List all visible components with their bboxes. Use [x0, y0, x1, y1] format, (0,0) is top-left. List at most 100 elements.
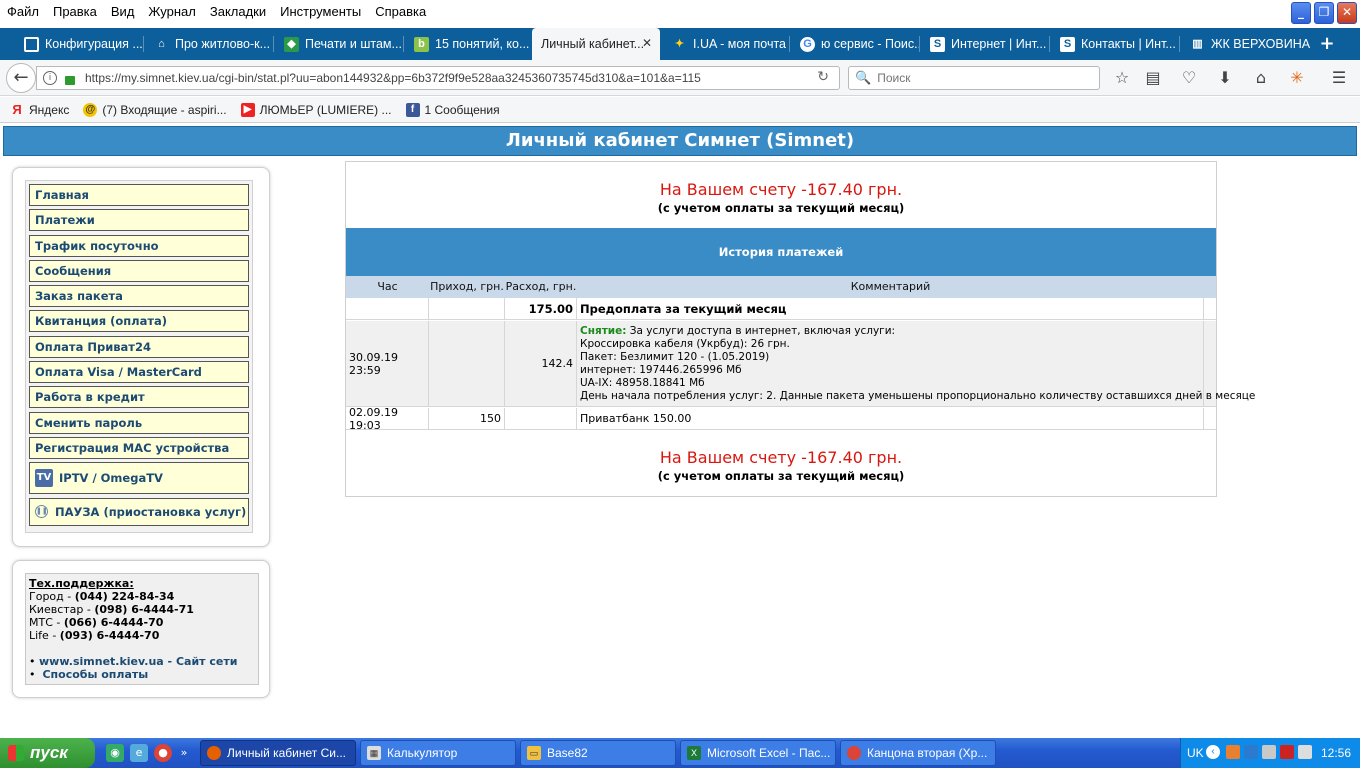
main-panel: На Вашем счету -167.40 грн. (с учетом оп… [345, 161, 1255, 497]
start-button[interactable]: пуск [0, 738, 95, 768]
url-text[interactable]: https://my.simnet.kiev.ua/cgi-bin/stat.p… [85, 71, 701, 85]
row1-expense: 175.00 [505, 298, 577, 319]
taskbar-base82[interactable]: ▭ Base82 [520, 740, 676, 766]
taskbar-firefox[interactable]: Личный кабинет Си... [200, 740, 356, 766]
tray-app-icon[interactable] [1244, 745, 1258, 759]
language-indicator[interactable]: UK [1187, 746, 1204, 760]
restore-button[interactable]: ❐ [1314, 2, 1334, 24]
tab-active[interactable]: Личный кабинет... ✕ [532, 28, 660, 60]
new-tab-button[interactable]: + [1316, 32, 1338, 56]
close-tab-icon[interactable]: ✕ [642, 36, 652, 50]
hamburger-menu-icon[interactable]: ☰ [1329, 68, 1349, 88]
menu-history[interactable]: Журнал [141, 4, 202, 19]
table-row: 02.09.19 19:03 150 Приватбанк 150.00 [346, 406, 1216, 432]
tv-icon: TV [35, 469, 53, 488]
nav-change-password[interactable]: Сменить пароль [29, 411, 249, 434]
google-icon: G [800, 36, 815, 52]
nav-mac-registration[interactable]: Регистрация MAC устройства [29, 436, 249, 459]
nav-visa-mastercard[interactable]: Оплата Visa / MasterCard [29, 361, 249, 384]
tab-3[interactable]: ◆ Печати и штам... [278, 30, 404, 58]
reload-icon[interactable]: ↻ [817, 69, 829, 85]
tab-6[interactable]: ✦ I.UA - моя почта [666, 30, 790, 58]
menu-edit[interactable]: Правка [46, 4, 104, 19]
download-icon[interactable]: ⬇ [1215, 68, 1235, 88]
pocket-icon[interactable]: ♡ [1179, 68, 1199, 88]
site-link[interactable]: • www.simnet.kiev.ua - Сайт сети [29, 655, 255, 668]
row2-time: 30.09.19 23:59 [346, 321, 429, 406]
nav-pause[interactable]: ❚❚ ПАУЗА (приостановка услуг) [29, 497, 249, 526]
reading-list-icon[interactable]: ▤ [1143, 68, 1163, 88]
building-icon: ⌂ [158, 37, 165, 50]
balance-bottom: На Вашем счету -167.40 грн. (с учетом оп… [346, 448, 1216, 483]
tab-strip: Конфигурация ... ⌂ Про житлово-к... ◆ Печа… [0, 28, 1360, 60]
table-row: 175.00 Предоплата за текущий месяц [346, 298, 1216, 320]
row1-comment: Предоплата за текущий месяц [577, 298, 1204, 319]
menu-bar: Файл Правка Вид Журнал Закладки Инструме… [0, 0, 1360, 22]
balance-note: (с учетом оплаты за текущий месяц) [657, 469, 905, 483]
tab-2[interactable]: ⌂ Про житлово-к... [148, 30, 274, 58]
network-icon[interactable] [1262, 745, 1276, 759]
nav-home[interactable]: Главная [29, 184, 249, 206]
lock-icon[interactable] [65, 75, 75, 85]
nav-payments[interactable]: Платежи [29, 209, 249, 232]
bookmark-yandex[interactable]: Я Яндекс [10, 102, 69, 117]
system-tray: UK ‹ 12:56 [1180, 738, 1360, 768]
nav-daily-traffic[interactable]: Трафик посуточно [29, 234, 249, 257]
menu-tools[interactable]: Инструменты [273, 4, 368, 19]
row2-comment: Снятие: За услуги доступа в интернет, вк… [577, 321, 1255, 406]
bookmark-youtube[interactable]: ▶ ЛЮМЬЕР (LUMIERE) ... [240, 102, 392, 117]
nav-credit[interactable]: Работа в кредит [29, 386, 249, 409]
chrome-icon[interactable]: ● [154, 744, 172, 762]
menu-help[interactable]: Справка [368, 4, 433, 19]
quicklaunch-icon[interactable]: ◉ [106, 744, 124, 762]
tab-1[interactable]: Конфигурация ... [18, 30, 144, 58]
nav-messages[interactable]: Сообщения [29, 259, 249, 282]
col-comment: Комментарий [850, 280, 931, 293]
back-button[interactable]: ← [6, 63, 36, 93]
home-icon[interactable]: ⌂ [1251, 68, 1271, 88]
firefox-icon [207, 746, 221, 760]
balance-note: (с учетом оплаты за текущий месяц) [657, 201, 905, 215]
close-window-button[interactable]: ✕ [1337, 2, 1357, 24]
tray-expand-icon[interactable]: ‹ [1206, 745, 1220, 759]
nav-iptv[interactable]: TV IPTV / OmegaTV [29, 462, 249, 495]
payment-methods-link[interactable]: • Способы оплаты [29, 668, 255, 681]
bookmark-facebook[interactable]: f1 Сообщения [405, 102, 500, 117]
windows-flag-icon [8, 745, 24, 761]
url-bar[interactable]: i https://my.simnet.kiev.ua/cgi-bin/stat… [36, 66, 840, 90]
tab-8[interactable]: S Интернет | Инт... [924, 30, 1050, 58]
page-content: Личный кабинет Симнет (Simnet) Главная П… [0, 124, 1360, 738]
history-title: История платежей [346, 228, 1216, 276]
support-city: Город - (044) 224-84-34 [29, 590, 175, 603]
bookmark-inbox[interactable]: @ (7) Входящие - aspiri... [83, 102, 227, 117]
nav-bar: ← i https://my.simnet.kiev.ua/cgi-bin/st… [0, 60, 1360, 96]
chrome-icon [847, 746, 861, 760]
antivirus-icon[interactable] [1280, 745, 1294, 759]
quicklaunch-icon[interactable]: e [130, 744, 148, 762]
menu-file[interactable]: Файл [0, 4, 46, 19]
excel-icon: X [687, 746, 701, 760]
expand-quicklaunch-icon[interactable]: » [178, 744, 190, 762]
search-bar[interactable]: 🔍 [848, 66, 1100, 90]
search-input[interactable] [877, 71, 1078, 85]
tab-7[interactable]: Gю сервис - Поис... [794, 30, 920, 58]
nav-order-package[interactable]: Заказ пакета [29, 285, 249, 308]
tab-4[interactable]: b 15 понятий, ко... [408, 30, 532, 58]
nav-receipt[interactable]: Квитанция (оплата) [29, 310, 249, 333]
volume-icon[interactable] [1298, 745, 1312, 759]
tray-app-icon[interactable] [1226, 745, 1240, 759]
tab-9[interactable]: S Контакты | Инт... [1054, 30, 1180, 58]
nav-privat24[interactable]: Оплата Приват24 [29, 335, 249, 358]
taskbar-calculator[interactable]: ▦ Калькулятор [360, 740, 516, 766]
info-icon[interactable]: i [43, 71, 57, 85]
menu-view[interactable]: Вид [104, 4, 142, 19]
taskbar-chrome[interactable]: Канцона вторая (Хр... [840, 740, 996, 766]
row3-comment: Приватбанк 150.00 [577, 408, 1204, 429]
menu-bookmarks[interactable]: Закладки [203, 4, 273, 19]
taskbar-excel[interactable]: X Microsoft Excel - Пас... [680, 740, 836, 766]
extension-icon[interactable]: ✳ [1287, 68, 1307, 88]
pause-icon: ❚❚ [35, 505, 48, 519]
minimize-button[interactable]: _ [1291, 2, 1311, 24]
star-icon[interactable]: ☆ [1112, 68, 1132, 88]
tab-10[interactable]: ▥ ЖК ВЕРХОВИНА... [1184, 30, 1310, 58]
